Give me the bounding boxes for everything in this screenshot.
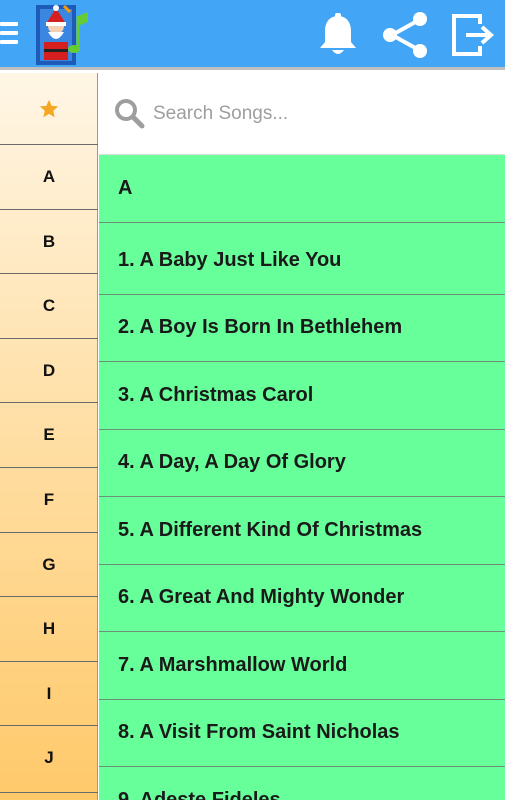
sidebar-letter: C: [42, 296, 56, 315]
bell-icon[interactable]: [316, 12, 360, 58]
sidebar-letter: J: [44, 748, 54, 767]
sidebar-letter: D: [42, 361, 56, 380]
sidebar-item-b[interactable]: B: [0, 210, 98, 274]
sidebar-item-g[interactable]: G: [0, 533, 98, 597]
song-item[interactable]: 5. A Different Kind Of Christmas: [99, 497, 505, 565]
sidebar-item-i[interactable]: I: [0, 662, 98, 726]
sidebar-item-d[interactable]: D: [0, 339, 98, 403]
sidebar-letter: G: [42, 555, 56, 574]
song-item[interactable]: 1. A Baby Just Like You: [99, 227, 505, 295]
exit-icon[interactable]: [450, 12, 494, 58]
sidebar-letter: F: [43, 490, 55, 509]
search-bar: [99, 73, 505, 155]
alphabet-sidebar: A B C D E F G H I J: [0, 73, 98, 800]
song-item[interactable]: 3. A Christmas Carol: [99, 362, 505, 430]
sidebar-letter: B: [42, 232, 56, 251]
sidebar-letter: A: [42, 167, 56, 186]
share-icon[interactable]: [380, 10, 430, 60]
section-header: A: [99, 155, 505, 223]
sidebar-letter: H: [42, 619, 56, 638]
search-input[interactable]: [153, 97, 483, 131]
star-icon: [39, 99, 59, 117]
song-item[interactable]: 7. A Marshmallow World: [99, 632, 505, 700]
top-toolbar: [0, 0, 505, 70]
song-item[interactable]: 6. A Great And Mighty Wonder: [99, 565, 505, 632]
sidebar-item-f[interactable]: F: [0, 468, 98, 533]
sidebar-item-h[interactable]: H: [0, 597, 98, 662]
sidebar-letter: I: [46, 684, 52, 703]
sidebar-item-c[interactable]: C: [0, 274, 98, 339]
app-logo-icon: [36, 4, 88, 65]
sidebar-item-e[interactable]: E: [0, 403, 98, 468]
menu-icon[interactable]: [0, 22, 18, 48]
song-item[interactable]: 8. A Visit From Saint Nicholas: [99, 700, 505, 767]
song-item[interactable]: 4. A Day, A Day Of Glory: [99, 430, 505, 497]
song-list: A 1. A Baby Just Like You 2. A Boy Is Bo…: [99, 155, 505, 800]
sidebar-item-favorites[interactable]: [0, 73, 98, 145]
song-item[interactable]: 2. A Boy Is Born In Bethlehem: [99, 295, 505, 362]
sidebar-letter: E: [43, 425, 55, 444]
sidebar-item-j[interactable]: J: [0, 726, 98, 793]
search-icon: [115, 99, 145, 129]
sidebar-item-a[interactable]: A: [0, 145, 98, 210]
song-item[interactable]: 9. Adeste Fideles: [99, 767, 505, 800]
